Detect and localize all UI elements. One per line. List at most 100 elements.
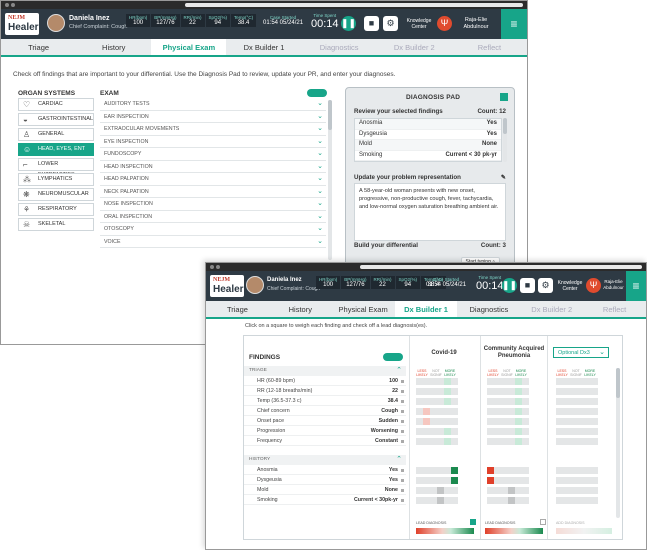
weight-cell[interactable] bbox=[556, 388, 563, 395]
weight-cell[interactable] bbox=[522, 477, 529, 484]
weight-cell[interactable] bbox=[508, 418, 515, 425]
weight-cell[interactable] bbox=[522, 487, 529, 494]
weight-cell[interactable] bbox=[556, 408, 563, 415]
weight-cell[interactable] bbox=[577, 487, 584, 494]
weight-cell[interactable] bbox=[444, 477, 451, 484]
weight-cell[interactable] bbox=[508, 477, 515, 484]
weight-cell[interactable] bbox=[508, 388, 515, 395]
weight-cell[interactable] bbox=[416, 428, 423, 435]
scrollbar-thumb[interactable] bbox=[328, 100, 332, 130]
weight-cell[interactable] bbox=[570, 487, 577, 494]
dx-scrollbar[interactable] bbox=[616, 368, 620, 518]
tab-dx-builder-1[interactable]: Dx Builder 1 bbox=[226, 39, 301, 55]
weight-cell[interactable] bbox=[563, 378, 570, 385]
weight-cell[interactable] bbox=[563, 398, 570, 405]
problem-representation-textarea[interactable]: A 58-year-old woman presents with new on… bbox=[354, 183, 506, 241]
tab-diagnostics[interactable]: Diagnostics bbox=[302, 39, 377, 55]
weight-cell[interactable] bbox=[437, 398, 444, 405]
weight-cell[interactable] bbox=[416, 467, 423, 474]
weight-cell[interactable] bbox=[584, 428, 591, 435]
weight-cell[interactable] bbox=[577, 497, 584, 504]
organ-gastrointestinal[interactable]: ◒ GASTROINTESTINAL bbox=[18, 113, 94, 126]
findings-toggle[interactable] bbox=[383, 353, 403, 361]
weight-cell[interactable] bbox=[556, 428, 563, 435]
weight-cell[interactable] bbox=[515, 467, 522, 474]
weight-cell[interactable] bbox=[508, 398, 515, 405]
weight-cell[interactable] bbox=[444, 388, 451, 395]
weight-cell[interactable] bbox=[584, 388, 591, 395]
weight-cell[interactable] bbox=[501, 497, 508, 504]
weight-cell[interactable] bbox=[591, 477, 598, 484]
weight-cell[interactable] bbox=[508, 378, 515, 385]
weight-cell[interactable] bbox=[563, 428, 570, 435]
weight-cell[interactable] bbox=[487, 388, 494, 395]
weight-cell[interactable] bbox=[570, 398, 577, 405]
weight-cell[interactable] bbox=[570, 428, 577, 435]
weight-cell[interactable] bbox=[416, 477, 423, 484]
weight-cell[interactable] bbox=[515, 428, 522, 435]
weight-cell[interactable] bbox=[522, 388, 529, 395]
lead-diagnosis-checkbox[interactable] bbox=[470, 519, 476, 525]
weight-cell[interactable] bbox=[437, 418, 444, 425]
weight-cell[interactable] bbox=[515, 398, 522, 405]
weight-cell[interactable] bbox=[577, 398, 584, 405]
weight-cell[interactable] bbox=[522, 497, 529, 504]
weight-cell[interactable] bbox=[501, 408, 508, 415]
weight-cell[interactable] bbox=[430, 428, 437, 435]
tab-reflect[interactable]: Reflect bbox=[452, 39, 527, 55]
weight-cell[interactable] bbox=[423, 438, 430, 445]
weight-cell[interactable] bbox=[563, 438, 570, 445]
tab-triage[interactable]: Triage bbox=[206, 301, 269, 317]
weight-cell[interactable] bbox=[451, 378, 458, 385]
settings-button[interactable]: ⚙ bbox=[383, 16, 398, 31]
weight-cell[interactable] bbox=[451, 388, 458, 395]
weight-cell[interactable] bbox=[430, 408, 437, 415]
weight-cell[interactable] bbox=[451, 408, 458, 415]
weight-cell[interactable] bbox=[437, 467, 444, 474]
weight-cell[interactable] bbox=[430, 388, 437, 395]
weight-cell[interactable] bbox=[444, 408, 451, 415]
weight-cell[interactable] bbox=[423, 487, 430, 494]
weight-cell[interactable] bbox=[584, 378, 591, 385]
weight-cell[interactable] bbox=[563, 418, 570, 425]
weight-cell[interactable] bbox=[570, 438, 577, 445]
weight-cell[interactable] bbox=[423, 408, 430, 415]
weight-cell[interactable] bbox=[501, 487, 508, 494]
weight-cell[interactable] bbox=[487, 477, 494, 484]
weight-cell[interactable] bbox=[487, 487, 494, 494]
weight-cell[interactable] bbox=[487, 408, 494, 415]
weight-cell[interactable] bbox=[522, 378, 529, 385]
weight-cell[interactable] bbox=[423, 388, 430, 395]
exam-item[interactable]: EXTRAOCULAR MOVEMENTS ⌄ bbox=[100, 123, 326, 136]
weight-cell[interactable] bbox=[430, 467, 437, 474]
weight-cell[interactable] bbox=[430, 497, 437, 504]
weight-cell[interactable] bbox=[494, 378, 501, 385]
weight-cell[interactable] bbox=[570, 477, 577, 484]
organ-lower-extremities[interactable]: ⌐LOWER EXTREMITIES bbox=[18, 158, 94, 178]
address-bar[interactable] bbox=[360, 265, 642, 269]
tab-dx-builder-2[interactable]: Dx Builder 2 bbox=[520, 301, 583, 317]
tab-history[interactable]: History bbox=[76, 39, 151, 55]
weight-cell[interactable] bbox=[577, 378, 584, 385]
weight-cell[interactable] bbox=[451, 438, 458, 445]
weight-cell[interactable] bbox=[423, 378, 430, 385]
weight-cell[interactable] bbox=[494, 497, 501, 504]
weight-cell[interactable] bbox=[416, 497, 423, 504]
weight-cell[interactable] bbox=[423, 398, 430, 405]
weight-cell[interactable] bbox=[584, 477, 591, 484]
lead-diagnosis-checkbox[interactable] bbox=[540, 519, 546, 525]
weight-cell[interactable] bbox=[577, 438, 584, 445]
weight-cell[interactable] bbox=[591, 398, 598, 405]
weight-cell[interactable] bbox=[494, 477, 501, 484]
weight-cell[interactable] bbox=[451, 477, 458, 484]
exam-item[interactable]: EAR INSPECTION ⌄ bbox=[100, 111, 326, 123]
weight-cell[interactable] bbox=[487, 438, 494, 445]
healer-logo-button[interactable]: Ψ bbox=[437, 16, 452, 31]
organ-respiratory[interactable]: ⚘ RESPIRATORY bbox=[18, 203, 94, 216]
exam-item[interactable]: AUDITORY TESTS ⌄ bbox=[100, 98, 326, 111]
weight-cell[interactable] bbox=[591, 487, 598, 494]
weight-cell[interactable] bbox=[584, 487, 591, 494]
weight-cell[interactable] bbox=[508, 487, 515, 494]
weight-cell[interactable] bbox=[423, 418, 430, 425]
pause-button[interactable]: ❚❚ bbox=[502, 278, 517, 293]
